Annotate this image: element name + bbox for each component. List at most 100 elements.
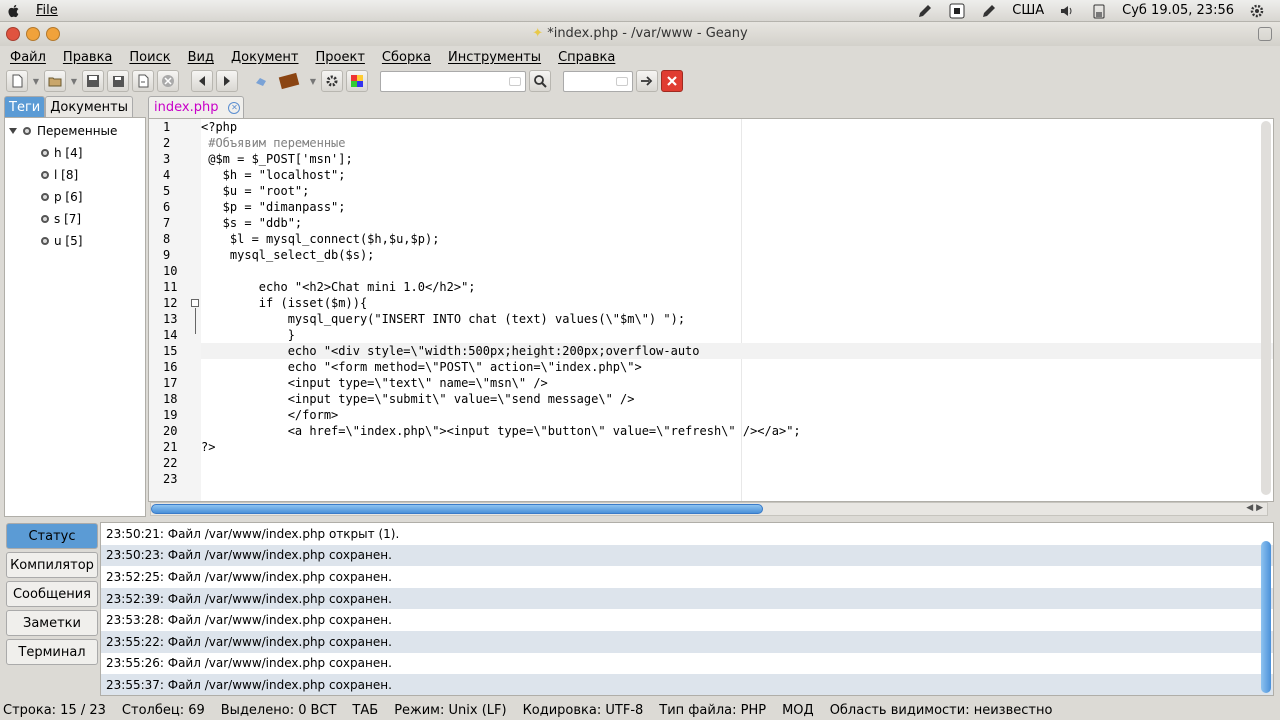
compile-icon[interactable] <box>250 70 272 92</box>
build-button[interactable] <box>275 70 305 92</box>
code-line[interactable]: <?php <box>201 120 237 134</box>
volume-icon[interactable] <box>1058 3 1076 19</box>
stop-icon[interactable] <box>948 3 966 19</box>
editor-horizontal-scrollbar[interactable]: ◀ ▶ <box>150 502 1268 516</box>
code-line[interactable]: $h = "localhost"; <box>201 168 346 182</box>
tree-item[interactable]: l [8] <box>41 168 78 182</box>
tab-compiler[interactable]: Компилятор <box>6 552 98 578</box>
editor-tab-index-php[interactable]: index.php ✕ <box>148 96 244 118</box>
build-dropdown-icon[interactable]: ▼ <box>308 70 318 92</box>
menu-build[interactable]: Сборка <box>382 50 431 65</box>
messages-scrollbar[interactable] <box>1261 541 1271 693</box>
editor-vscroll-thumb[interactable] <box>1261 121 1271 495</box>
tab-terminal[interactable]: Терминал <box>6 639 98 665</box>
code-line[interactable]: </form> <box>201 408 339 422</box>
code-line[interactable]: <a href=\"index.php\"><input type=\"butt… <box>201 424 801 438</box>
close-file-button[interactable] <box>157 70 179 92</box>
status-message-list[interactable]: 23:50:21: Файл /var/www/index.php открыт… <box>100 522 1274 696</box>
battery-icon[interactable] <box>1090 3 1108 19</box>
menu-help[interactable]: Справка <box>558 50 615 65</box>
window-menu-button[interactable] <box>1258 27 1272 41</box>
new-file-button[interactable] <box>6 70 28 92</box>
goto-line-button[interactable] <box>636 70 658 92</box>
goto-line-input[interactable] <box>563 70 633 92</box>
execute-button[interactable] <box>321 70 343 92</box>
fold-marker-icon[interactable] <box>191 299 199 307</box>
tree-root-variables[interactable]: Переменные <box>9 124 117 138</box>
code-line[interactable]: <input type=\"submit\" value=\"send mess… <box>201 392 635 406</box>
color-chooser-button[interactable] <box>346 70 368 92</box>
code-editor[interactable]: 1 2 3 4 5 6 7 8 9 10 11 12 13 14 15 16 17 18 19 20 21 22 23 <?… <box>148 118 1274 502</box>
save-all-button[interactable] <box>107 70 129 92</box>
code-line[interactable]: ?> <box>201 440 215 454</box>
list-item[interactable]: 23:55:37: Файл /var/www/index.php сохран… <box>101 674 1273 695</box>
window-titlebar[interactable]: ✦ *index.php - /var/www - Geany <box>0 22 1280 46</box>
list-item[interactable]: 23:52:25: Файл /var/www/index.php сохран… <box>101 566 1273 588</box>
menu-search[interactable]: Поиск <box>129 50 170 65</box>
menu-project[interactable]: Проект <box>316 50 365 65</box>
clock[interactable]: Суб 19.05, 23:56 <box>1122 3 1234 18</box>
tree-item[interactable]: u [5] <box>41 234 82 248</box>
menu-file[interactable]: Файл <box>10 50 46 65</box>
code-line[interactable]: $p = "dimanpass"; <box>201 200 346 214</box>
apple-logo-icon[interactable] <box>6 3 22 19</box>
search-input[interactable] <box>380 70 526 92</box>
code-line[interactable]: @$m = $_POST['msn']; <box>201 152 353 166</box>
pen-icon[interactable] <box>980 3 998 19</box>
list-item[interactable]: 23:50:21: Файл /var/www/index.php открыт… <box>101 523 1273 545</box>
code-line[interactable]: $u = "root"; <box>201 184 310 198</box>
keyboard-layout[interactable]: США <box>1012 3 1044 18</box>
code-line[interactable]: $s = "ddb"; <box>201 216 302 230</box>
navigate-forward-button[interactable] <box>216 70 238 92</box>
tree-item[interactable]: p [6] <box>41 190 82 204</box>
code-line[interactable]: echo "<form method=\"POST\" action=\"ind… <box>201 360 642 374</box>
close-tab-icon[interactable]: ✕ <box>228 101 241 114</box>
pencil-icon[interactable] <box>916 3 934 19</box>
gear-icon[interactable] <box>1248 3 1266 19</box>
list-item[interactable]: 23:52:39: Файл /var/www/index.php сохран… <box>101 587 1273 610</box>
tab-symbols[interactable]: Теги <box>4 96 46 117</box>
code-line[interactable]: mysql_query("INSERT INTO chat (text) val… <box>201 312 685 326</box>
clear-goto-icon[interactable] <box>616 76 628 86</box>
new-file-dropdown-icon[interactable]: ▼ <box>31 70 41 92</box>
save-button[interactable] <box>82 70 104 92</box>
menu-tools[interactable]: Инструменты <box>448 50 541 65</box>
list-item[interactable]: 23:53:28: Файл /var/www/index.php сохран… <box>101 609 1273 631</box>
code-line[interactable]: $l = mysql_connect($h,$u,$p); <box>201 232 440 246</box>
top-file-menu[interactable]: File <box>36 3 58 18</box>
code-line[interactable]: } <box>201 328 295 342</box>
tree-item[interactable]: h [4] <box>41 146 82 160</box>
code-line[interactable]: #Объявим переменные <box>201 136 345 150</box>
expander-icon[interactable] <box>9 128 17 134</box>
open-file-dropdown-icon[interactable]: ▼ <box>69 70 79 92</box>
code-line[interactable]: mysql_select_db($s); <box>201 248 375 262</box>
list-item[interactable]: 23:50:23: Файл /var/www/index.php сохран… <box>101 544 1273 567</box>
code-line[interactable]: <input type=\"text\" name=\"msn\" /> <box>201 376 548 390</box>
message-window-tabs: Статус Компилятор Сообщения Заметки Терм… <box>6 523 98 668</box>
tree-item[interactable]: s [7] <box>41 212 81 226</box>
search-button[interactable] <box>529 70 551 92</box>
tab-status[interactable]: Статус <box>6 523 98 549</box>
navigate-back-button[interactable] <box>191 70 213 92</box>
code-line[interactable]: echo "<h2>Chat mini 1.0</h2>"; <box>201 280 476 294</box>
editor-hscroll-thumb[interactable] <box>151 504 763 514</box>
menu-document[interactable]: Документ <box>231 50 299 65</box>
scroll-arrows-icon[interactable]: ◀ ▶ <box>1246 503 1263 513</box>
tab-notes[interactable]: Заметки <box>6 610 98 636</box>
open-file-button[interactable] <box>44 70 66 92</box>
tab-messages[interactable]: Сообщения <box>6 581 98 607</box>
list-item[interactable]: 23:55:26: Файл /var/www/index.php сохран… <box>101 653 1273 675</box>
line-number: 5 <box>163 184 171 198</box>
clear-search-icon[interactable] <box>509 76 521 86</box>
revert-button[interactable] <box>132 70 154 92</box>
list-item[interactable]: 23:55:22: Файл /var/www/index.php сохран… <box>101 630 1273 653</box>
quit-button[interactable] <box>661 70 683 92</box>
menu-edit[interactable]: Правка <box>63 50 112 65</box>
editor-vertical-scrollbar[interactable] <box>1261 121 1271 495</box>
code-line[interactable]: if (isset($m)){ <box>201 296 367 310</box>
line-number: 9 <box>163 248 171 262</box>
code-line[interactable]: echo "<div style=\"width:500px;height:20… <box>201 344 700 358</box>
tab-documents[interactable]: Документы <box>45 96 134 117</box>
menu-view[interactable]: Вид <box>188 50 214 65</box>
status-column: Столбец: 69 <box>121 702 205 718</box>
